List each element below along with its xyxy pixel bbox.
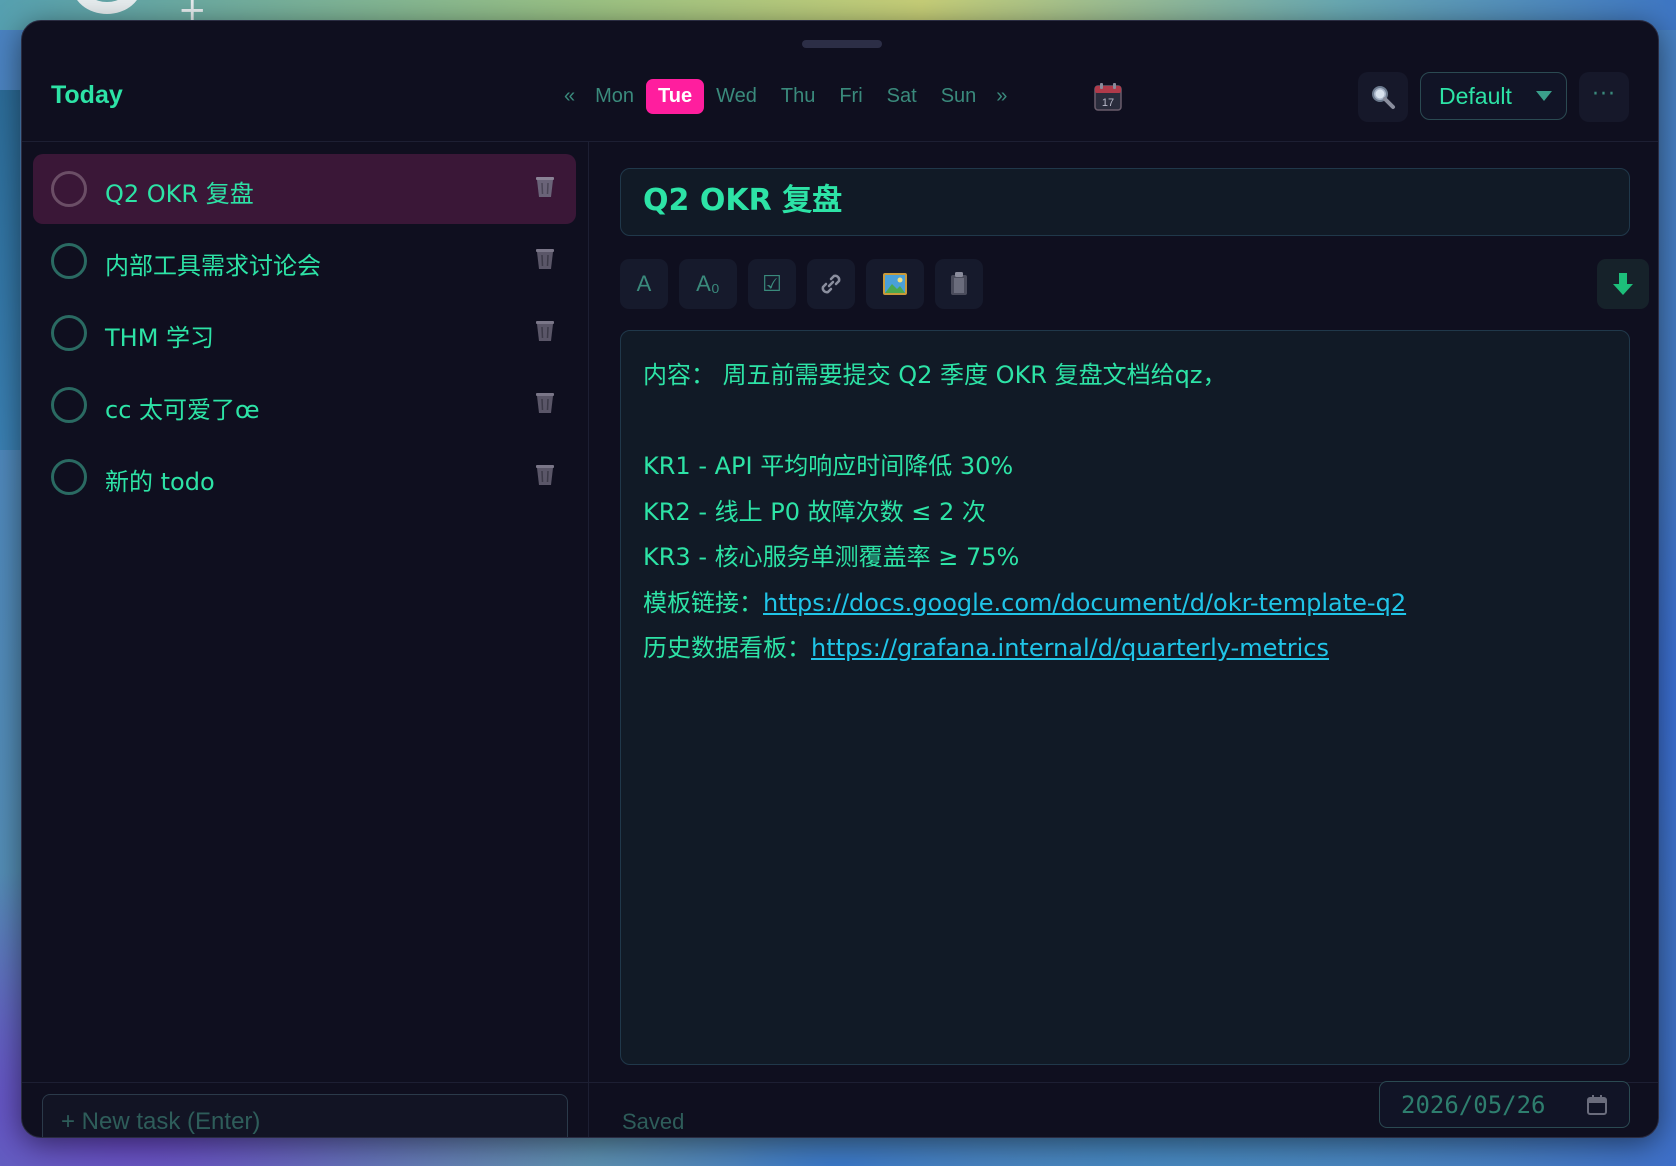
task-item[interactable]: 内部工具需求讨论会 xyxy=(33,226,576,296)
day-tab-thu[interactable]: Thu xyxy=(769,79,827,114)
prev-week-button[interactable]: « xyxy=(556,85,583,108)
day-tab-mon[interactable]: Mon xyxy=(583,79,646,114)
task-item[interactable]: 新的 todo xyxy=(33,442,576,512)
calendar-icon[interactable]: 17 xyxy=(1094,83,1122,111)
task-complete-checkbox[interactable] xyxy=(51,315,87,351)
chevron-down-icon xyxy=(1536,91,1552,101)
day-tab-sat[interactable]: Sat xyxy=(875,79,929,114)
task-title: THM 学习 xyxy=(105,324,215,352)
page-title: Today xyxy=(51,81,123,109)
task-title: cc 太可爱了œ xyxy=(105,396,260,424)
profile-select[interactable]: Default xyxy=(1420,72,1567,120)
task-title-field[interactable]: Q2 OKR 复盘 xyxy=(620,168,1630,236)
task-complete-checkbox[interactable] xyxy=(51,171,87,207)
header-bar: Today « Mon Tue Wed Thu Fri Sat Sun » 17 xyxy=(22,21,1658,142)
due-date-value: 2026/05/26 xyxy=(1401,1090,1546,1119)
clipboard-button[interactable] xyxy=(935,259,983,309)
trash-icon[interactable] xyxy=(534,391,556,415)
download-arrow-icon xyxy=(1613,273,1633,295)
day-tab-tue[interactable]: Tue xyxy=(646,78,705,114)
profile-select-value: Default xyxy=(1439,82,1512,109)
task-item[interactable]: THM 学习 xyxy=(33,298,576,368)
task-item[interactable]: Q2 OKR 复盘 xyxy=(33,154,576,224)
day-tab-sun[interactable]: Sun xyxy=(929,79,989,114)
calendar-day-number: 17 xyxy=(1102,97,1114,109)
content-line: KR1 - API 平均响应时间降低 30% xyxy=(643,452,1014,480)
content-line: KR3 - 核心服务单测覆盖率 ≥ 75% xyxy=(643,543,1020,571)
save-status: Saved xyxy=(622,1109,685,1134)
clipboard-icon xyxy=(951,272,967,295)
day-tab-fri[interactable]: Fri xyxy=(827,79,874,114)
task-list: Q2 OKR 复盘 内部工具需求讨论会 THM 学习 cc 太可爱了œ 新的 t… xyxy=(33,154,576,514)
app-window: Today « Mon Tue Wed Thu Fri Sat Sun » 17 xyxy=(21,20,1659,1138)
magnifier-icon xyxy=(1372,86,1395,109)
trash-icon[interactable] xyxy=(534,463,556,487)
checkbox-button[interactable]: ☑ xyxy=(748,259,796,309)
insert-image-button[interactable] xyxy=(866,259,924,309)
trash-icon[interactable] xyxy=(534,319,556,343)
task-title: Q2 OKR 复盘 xyxy=(105,180,254,208)
desktop-wallpaper-edge xyxy=(0,90,20,450)
content-blank-line xyxy=(643,399,1607,445)
sidebar-divider xyxy=(22,1082,588,1083)
save-button[interactable] xyxy=(1597,259,1649,309)
font-button[interactable]: A xyxy=(620,259,668,309)
next-week-button[interactable]: » xyxy=(988,85,1015,108)
content-line: 内容： 周五前需要提交 Q2 季度 OKR 复盘文档给qz， xyxy=(643,361,1227,389)
task-title: 内部工具需求讨论会 xyxy=(105,252,321,280)
day-tab-wed[interactable]: Wed xyxy=(704,79,769,114)
week-navigator: « Mon Tue Wed Thu Fri Sat Sun » xyxy=(556,78,1015,114)
link-icon xyxy=(821,274,841,294)
image-icon xyxy=(883,273,907,295)
template-link-label: 模板链接： xyxy=(643,588,763,617)
content-line: 历史数据看板：https://grafana.internal/d/quarte… xyxy=(643,626,1607,672)
trash-icon[interactable] xyxy=(534,175,556,199)
font-size-button[interactable]: A₀ xyxy=(679,259,737,309)
new-task-input[interactable] xyxy=(42,1094,568,1137)
search-button[interactable] xyxy=(1358,72,1408,122)
task-item[interactable]: cc 太可爱了œ xyxy=(33,370,576,440)
insert-link-button[interactable] xyxy=(807,259,855,309)
task-complete-checkbox[interactable] xyxy=(51,387,87,423)
content-line: KR2 - 线上 P0 故障次数 ≤ 2 次 xyxy=(643,497,986,526)
task-complete-checkbox[interactable] xyxy=(51,243,87,279)
task-complete-checkbox[interactable] xyxy=(51,459,87,495)
calendar-picker-icon[interactable] xyxy=(1587,1095,1607,1115)
template-link[interactable]: https://docs.google.com/document/d/okr-t… xyxy=(763,589,1406,617)
content-line: 模板链接：https://docs.google.com/document/d/… xyxy=(643,581,1607,627)
task-title: 新的 todo xyxy=(105,468,215,496)
dashboard-link-label: 历史数据看板： xyxy=(643,634,811,662)
more-options-button[interactable]: ··· xyxy=(1579,72,1629,122)
trash-icon[interactable] xyxy=(534,247,556,271)
editor-toolbar: A A₀ ☑ xyxy=(620,259,994,309)
task-content-editor[interactable]: 内容： 周五前需要提交 Q2 季度 OKR 复盘文档给qz， KR1 - API… xyxy=(620,330,1630,1065)
due-date-field[interactable]: 2026/05/26 xyxy=(1379,1081,1630,1128)
dashboard-link[interactable]: https://grafana.internal/d/quarterly-met… xyxy=(811,634,1329,662)
task-sidebar: Q2 OKR 复盘 内部工具需求讨论会 THM 学习 cc 太可爱了œ 新的 t… xyxy=(22,142,589,1137)
